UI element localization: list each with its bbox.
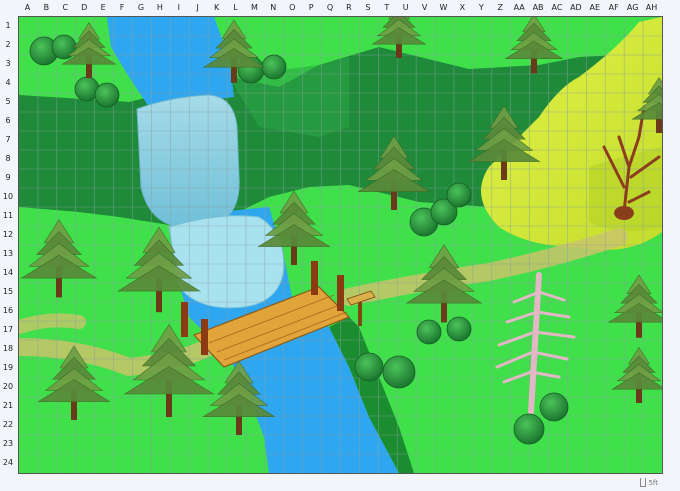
row-label: 20 <box>2 381 14 391</box>
column-label: N <box>270 3 277 12</box>
column-label: H <box>156 3 163 12</box>
scale-label: 5ft <box>648 478 658 487</box>
row-label: 1 <box>5 20 11 30</box>
bush-icon[interactable] <box>416 319 442 345</box>
row-label: 9 <box>5 172 11 182</box>
column-label: M <box>250 3 258 12</box>
column-label: P <box>308 3 314 12</box>
trail-bottom-left <box>19 313 86 334</box>
column-label: U <box>402 3 409 12</box>
bush-icon[interactable] <box>446 182 472 208</box>
column-label: J <box>196 3 199 12</box>
row-label: 14 <box>2 267 14 277</box>
column-label: X <box>459 3 466 12</box>
battle-map <box>18 16 663 474</box>
row-label: 18 <box>2 343 14 353</box>
bridge-post <box>201 319 208 355</box>
column-label: R <box>346 3 352 12</box>
row-label: 11 <box>2 210 14 220</box>
column-label: D <box>81 3 88 12</box>
column-label: AB <box>532 3 544 12</box>
row-label: 4 <box>5 77 11 87</box>
column-label: V <box>421 3 428 12</box>
scale-indicator: 5ft <box>640 478 658 487</box>
row-label: 3 <box>5 58 11 68</box>
row-label: 12 <box>2 229 14 239</box>
column-label: C <box>62 3 69 12</box>
column-label: AG <box>626 3 639 12</box>
column-label: A <box>24 3 31 12</box>
column-label: AF <box>608 3 619 12</box>
row-label: 23 <box>2 438 14 448</box>
row-label: 13 <box>2 248 14 258</box>
column-label: AC <box>551 3 563 12</box>
scale-bar-icon <box>640 478 647 487</box>
bush-icon[interactable] <box>261 54 287 80</box>
row-label: 22 <box>2 419 14 429</box>
column-label: T <box>384 3 390 12</box>
column-label: Z <box>497 3 503 12</box>
column-label: AH <box>645 3 658 12</box>
column-label: Q <box>326 3 334 12</box>
bush-icon[interactable] <box>539 392 569 422</box>
bush-icon[interactable] <box>94 82 120 108</box>
row-label: 2 <box>5 39 11 49</box>
bridge-post <box>311 261 318 295</box>
column-label: B <box>43 3 50 12</box>
bridge-post <box>337 275 344 311</box>
row-label: 7 <box>5 134 11 144</box>
row-label: 17 <box>2 324 14 334</box>
waterfall-lower <box>168 215 285 309</box>
column-label: L <box>233 3 238 12</box>
column-label: E <box>100 3 106 12</box>
column-label: W <box>439 3 448 12</box>
row-label: 19 <box>2 362 14 372</box>
column-label: AE <box>589 3 601 12</box>
column-label: F <box>119 3 125 12</box>
row-label: 10 <box>2 191 14 201</box>
row-label: 15 <box>2 286 14 296</box>
map-canvas <box>19 17 662 473</box>
row-label: 6 <box>5 115 11 125</box>
bush-icon[interactable] <box>446 316 472 342</box>
column-label: I <box>177 3 180 12</box>
column-label: O <box>289 3 296 12</box>
bush-icon[interactable] <box>513 413 545 445</box>
row-label: 21 <box>2 400 14 410</box>
bridge-post <box>181 302 188 337</box>
row-label: 8 <box>5 153 11 163</box>
bush-icon[interactable] <box>354 352 384 382</box>
column-label: G <box>137 3 145 12</box>
row-label: 16 <box>2 305 14 315</box>
column-label: Y <box>478 3 484 12</box>
row-label: 24 <box>2 457 14 467</box>
bush-icon[interactable] <box>382 355 416 389</box>
row-label: 5 <box>5 96 11 106</box>
column-label: AD <box>570 3 582 12</box>
column-label: AA <box>513 3 525 12</box>
column-label: K <box>213 3 220 12</box>
column-label: S <box>365 3 371 12</box>
